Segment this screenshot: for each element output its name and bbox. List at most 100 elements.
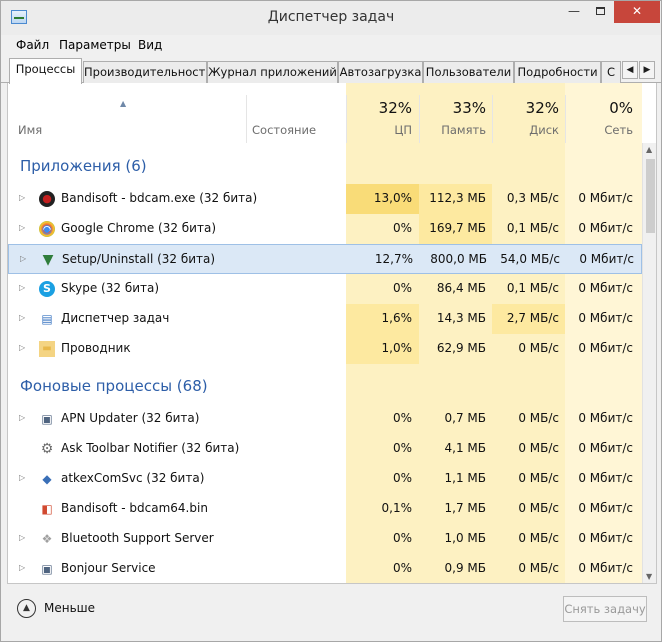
disk-cell: 0 МБ/с xyxy=(518,411,559,425)
menu-bar: Файл Параметры Вид xyxy=(1,35,661,57)
memory-cell: 62,9 МБ xyxy=(436,341,486,355)
network-total[interactable]: 0% xyxy=(565,99,633,117)
process-row[interactable]: ▷ ▬ Проводник 1,0% 62,9 МБ 0 МБ/с 0 Мбит/с xyxy=(8,334,642,364)
cpu-cell: 0% xyxy=(392,441,412,455)
group-background: Фоновые процессы (68) xyxy=(20,377,208,395)
process-row[interactable]: ▷ ▤ Диспетчер задач 1,6% 14,3 МБ 2,7 МБ/с 0 Мб… xyxy=(8,304,642,334)
disk-total[interactable]: 32% xyxy=(492,99,559,117)
process-name: Bandisoft - bdcam.exe (32 бита) xyxy=(61,191,258,205)
fewer-details-link[interactable]: Меньше xyxy=(44,601,95,615)
network-cell: 0 Мбит/с xyxy=(578,531,633,545)
process-row[interactable]: ▷ ● Bandisoft - bdcam.exe (32 бита) 13,0% 11… xyxy=(8,184,642,214)
memory-cell: 112,3 МБ xyxy=(429,191,486,205)
expand-chevron-icon[interactable]: ▷ xyxy=(20,254,26,263)
process-name: Bandisoft - bdcam64.bin xyxy=(61,501,208,515)
disk-cell: 0 МБ/с xyxy=(518,441,559,455)
expand-chevron-icon[interactable]: ▷ xyxy=(19,283,25,292)
process-name: Google Chrome (32 бита) xyxy=(61,221,217,235)
memory-cell: 1,1 МБ xyxy=(444,471,486,485)
network-cell: 0 Мбит/с xyxy=(578,441,633,455)
expand-chevron-icon[interactable]: ▷ xyxy=(19,313,25,322)
disk-cell: 0 МБ/с xyxy=(518,531,559,545)
setup-icon: ▼ xyxy=(42,252,54,268)
footer: ▲ Меньше Снять задачу xyxy=(1,591,661,631)
process-row[interactable]: ▷◧Bandisoft - bdcam64.bin0,1%1,7 МБ0 МБ/… xyxy=(8,494,642,524)
network-cell: 0 Мбит/с xyxy=(578,501,633,515)
tab-details[interactable]: Подробности xyxy=(514,61,601,83)
tab-app-history[interactable]: Журнал приложений xyxy=(207,61,338,83)
expand-chevron-icon[interactable]: ▷ xyxy=(19,413,25,422)
vertical-scrollbar[interactable]: ▲ ▼ xyxy=(642,143,656,583)
maximize-button[interactable] xyxy=(587,1,613,23)
cpu-cell: 13,0% xyxy=(373,191,412,205)
process-row[interactable]: ▷ ▼ Setup/Uninstall (32 бита) 12,7% 800,0 МБ… xyxy=(8,244,642,274)
tab-services[interactable]: С xyxy=(601,61,621,83)
end-task-button[interactable]: Снять задачу xyxy=(563,596,647,622)
process-row[interactable]: ▷ ▣ APN Updater (32 бита) 0% 0,7 МБ 0 МБ/с 0 М… xyxy=(8,404,642,434)
network-cell: 0 Мбит/с xyxy=(578,191,633,205)
network-cell: 0 Мбит/с xyxy=(579,252,634,266)
process-row[interactable]: ▷ S Skype (32 бита) 0% 86,4 МБ 0,1 МБ/с 0 Мбит… xyxy=(8,274,642,304)
bdcam64-icon: ◧ xyxy=(41,502,53,516)
tab-scroll-right-button[interactable]: ▶ xyxy=(639,61,655,79)
scroll-up-icon[interactable]: ▲ xyxy=(646,145,652,154)
process-name: Проводник xyxy=(61,341,131,355)
process-list: ▲ Имя Состояние 32% ЦП 33% Память 32% Ди… xyxy=(7,83,657,584)
menu-file[interactable]: Файл xyxy=(16,38,49,52)
column-header: ▲ Имя Состояние 32% ЦП 33% Память 32% Ди… xyxy=(8,83,656,143)
column-disk[interactable]: Диск xyxy=(492,123,559,137)
column-network[interactable]: Сеть xyxy=(565,123,633,137)
tab-scroll-left-button[interactable]: ◀ xyxy=(622,61,638,79)
column-cpu[interactable]: ЦП xyxy=(346,123,412,137)
tab-processes[interactable]: Процессы xyxy=(9,58,82,84)
process-row[interactable]: ▷⚙Ask Toolbar Notifier (32 бита)0%4,1 МБ… xyxy=(8,434,642,464)
process-row[interactable]: ▷ ❖ Bluetooth Support Server 0% 1,0 МБ 0 МБ/с… xyxy=(8,524,642,554)
bluetooth-icon: ❖ xyxy=(41,532,53,546)
expand-chevron-icon[interactable]: ▷ xyxy=(19,223,25,232)
expand-chevron-icon[interactable]: ▷ xyxy=(19,533,25,542)
memory-cell: 1,0 МБ xyxy=(444,531,486,545)
cpu-total[interactable]: 32% xyxy=(346,99,412,117)
task-manager-icon: ▤ xyxy=(41,312,53,326)
scrollbar-thumb[interactable] xyxy=(646,159,655,233)
expand-chevron-icon[interactable]: ▷ xyxy=(19,473,25,482)
menu-options[interactable]: Параметры xyxy=(59,38,131,52)
column-name[interactable]: Имя xyxy=(18,123,42,137)
process-row[interactable]: ▷ ▣ Bonjour Service 0% 0,9 МБ 0 МБ/с 0 Мбит/с xyxy=(8,554,642,583)
expand-chevron-icon[interactable]: ▷ xyxy=(19,343,25,352)
fewer-details-icon[interactable]: ▲ xyxy=(17,599,36,618)
disk-cell: 0,1 МБ/с xyxy=(506,281,559,295)
column-status[interactable]: Состояние xyxy=(252,123,316,137)
memory-cell: 4,1 МБ xyxy=(444,441,486,455)
memory-cell: 800,0 МБ xyxy=(430,252,487,266)
tab-startup[interactable]: Автозагрузка xyxy=(338,61,423,83)
disk-cell: 0 МБ/с xyxy=(518,341,559,355)
menu-view[interactable]: Вид xyxy=(138,38,162,52)
process-row[interactable]: ▷ ◆ atkexComSvc (32 бита) 0% 1,1 МБ 0 МБ/с 0 М… xyxy=(8,464,642,494)
memory-cell: 1,7 МБ xyxy=(444,501,486,515)
title-bar[interactable]: Диспетчер задач — ✕ xyxy=(1,1,661,35)
tab-performance[interactable]: Производительность xyxy=(83,61,207,83)
close-button[interactable]: ✕ xyxy=(614,1,660,23)
scroll-down-icon[interactable]: ▼ xyxy=(646,572,652,581)
cpu-cell: 0% xyxy=(392,471,412,485)
bandicam-icon: ● xyxy=(39,191,55,207)
process-row[interactable]: ▷ ◉ Google Chrome (32 бита) 0% 169,7 МБ 0,1 М… xyxy=(8,214,642,244)
disk-cell: 54,0 МБ/с xyxy=(500,252,560,266)
column-memory[interactable]: Память xyxy=(419,123,486,137)
network-cell: 0 Мбит/с xyxy=(578,561,633,575)
cpu-cell: 0% xyxy=(392,561,412,575)
minimize-button[interactable]: — xyxy=(561,1,587,23)
window-icon: ▣ xyxy=(41,412,53,426)
expand-chevron-icon[interactable]: ▷ xyxy=(19,193,25,202)
tab-users[interactable]: Пользователи xyxy=(423,61,514,83)
gear-icon: ⚙ xyxy=(40,441,54,457)
process-name: APN Updater (32 бита) xyxy=(61,411,200,425)
expand-chevron-icon[interactable]: ▷ xyxy=(19,563,25,572)
memory-cell: 86,4 МБ xyxy=(436,281,486,295)
network-cell: 0 Мбит/с xyxy=(578,281,633,295)
disk-cell: 0 МБ/с xyxy=(518,501,559,515)
column-separator xyxy=(246,95,247,143)
memory-total[interactable]: 33% xyxy=(419,99,486,117)
task-manager-window: Диспетчер задач — ✕ Файл Параметры Вид П… xyxy=(0,0,662,642)
